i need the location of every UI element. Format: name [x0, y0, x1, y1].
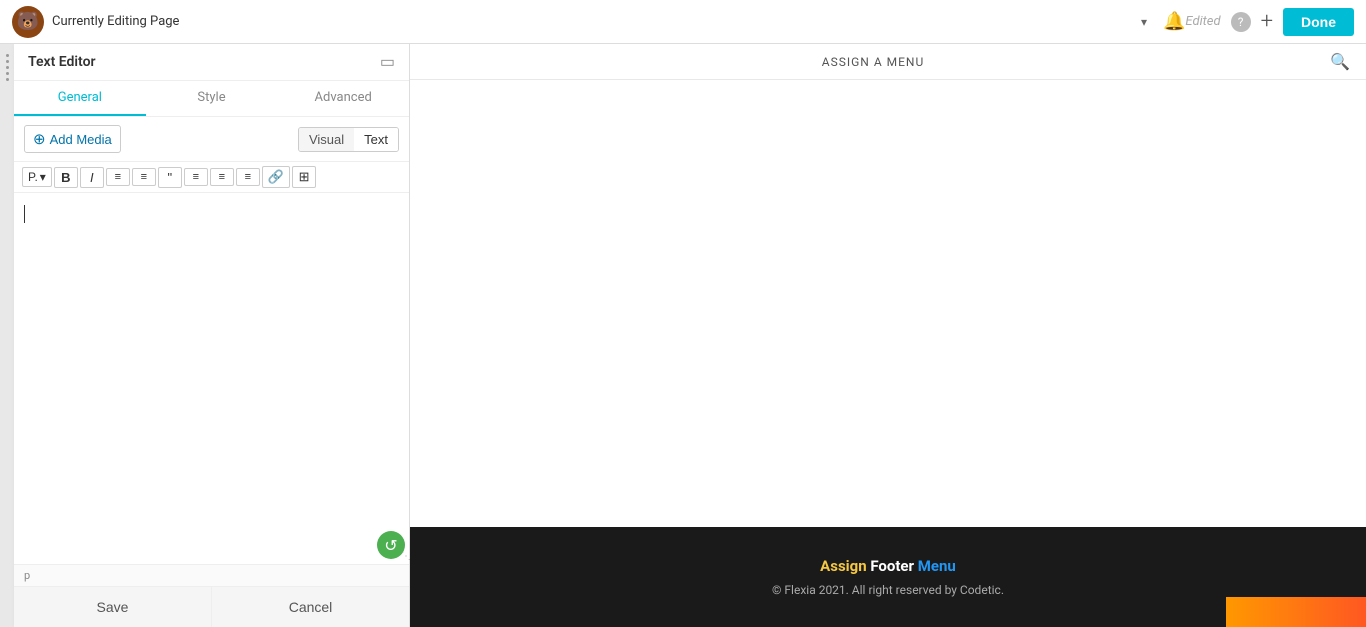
- drag-handle[interactable]: [0, 44, 14, 627]
- page-title: Currently Editing Page: [52, 14, 1137, 29]
- drag-dot: [6, 72, 9, 75]
- add-media-icon: ⊕: [33, 130, 46, 148]
- italic-button[interactable]: I: [80, 167, 104, 188]
- right-area: ASSIGN A MENU 🔍 Assign Footer Menu © Fle…: [410, 44, 1366, 627]
- table-button[interactable]: ⊞: [292, 166, 316, 188]
- logo-emoji: 🐻: [17, 11, 39, 32]
- drag-dot: [6, 54, 9, 57]
- save-button[interactable]: Save: [14, 587, 212, 627]
- align-center-button[interactable]: ≡: [210, 168, 234, 186]
- chevron-down-icon[interactable]: ▾: [1141, 15, 1147, 29]
- footer-assign-menu-label[interactable]: Assign Footer Menu: [410, 557, 1366, 575]
- drag-dot: [6, 66, 9, 69]
- panel-title: Text Editor: [28, 54, 96, 70]
- editor-content[interactable]: [14, 193, 409, 564]
- edited-status: Edited: [1185, 14, 1220, 29]
- format-toolbar: P. ▾ B I ≡ ≡ " ≡ ≡ ≡ 🔗 ⊞: [14, 162, 409, 193]
- help-icon[interactable]: ?: [1231, 12, 1251, 32]
- text-editor-panel: Text Editor ▭ General Style Advanced ⊕ A…: [14, 44, 410, 627]
- link-button[interactable]: 🔗: [262, 166, 290, 188]
- search-icon[interactable]: 🔍: [1330, 52, 1350, 71]
- page-preview-white: ASSIGN A MENU 🔍: [410, 44, 1366, 527]
- top-bar-right: Edited ? + Done: [1185, 8, 1354, 36]
- footer-word: Footer: [870, 557, 917, 575]
- assign-menu-bar: ASSIGN A MENU 🔍: [410, 44, 1366, 80]
- panel-footer: Save Cancel: [14, 586, 409, 627]
- editor-toolbar-top: ⊕ Add Media Visual Text: [14, 117, 409, 162]
- text-cursor: [24, 205, 25, 223]
- tab-general[interactable]: General: [14, 81, 146, 116]
- add-media-button[interactable]: ⊕ Add Media: [24, 125, 121, 153]
- paragraph-status: p: [24, 569, 30, 582]
- editor-area: ⊕ Add Media Visual Text P. ▾ B I ≡ ≡ ": [14, 117, 409, 627]
- paragraph-label: P.: [28, 170, 38, 184]
- align-right-button[interactable]: ≡: [236, 168, 260, 186]
- cancel-button[interactable]: Cancel: [212, 587, 409, 627]
- done-button[interactable]: Done: [1283, 8, 1354, 36]
- visual-text-toggle: Visual Text: [298, 127, 399, 152]
- page-footer: Assign Footer Menu © Flexia 2021. All ri…: [410, 527, 1366, 627]
- main-area: Text Editor ▭ General Style Advanced ⊕ A…: [0, 44, 1366, 627]
- refresh-icon: ↺: [384, 536, 397, 555]
- tab-advanced[interactable]: Advanced: [277, 81, 409, 116]
- assign-menu-label[interactable]: ASSIGN A MENU: [426, 55, 1320, 69]
- add-media-label: Add Media: [50, 132, 112, 147]
- drag-dot: [6, 78, 9, 81]
- editor-status-bar: p: [14, 564, 409, 586]
- visual-toggle-button[interactable]: Visual: [299, 128, 354, 151]
- menu-word: Menu: [918, 557, 956, 575]
- top-bar: 🐻 Currently Editing Page ▾ 🔔 Edited ? + …: [0, 0, 1366, 44]
- panel-tabs: General Style Advanced: [14, 81, 409, 117]
- ordered-list-button[interactable]: ≡: [106, 168, 130, 186]
- drag-dots: [6, 54, 9, 81]
- drag-dot: [6, 60, 9, 63]
- assign-word: Assign: [820, 557, 870, 575]
- unordered-list-button[interactable]: ≡: [132, 168, 156, 186]
- bottom-orange-strip: [1226, 597, 1366, 627]
- tab-style[interactable]: Style: [146, 81, 278, 116]
- minimize-icon[interactable]: ▭: [380, 54, 395, 70]
- add-icon[interactable]: +: [1261, 9, 1273, 34]
- footer-copyright: © Flexia 2021. All right reserved by Cod…: [410, 583, 1366, 597]
- panel-header: Text Editor ▭: [14, 44, 409, 81]
- text-toggle-button[interactable]: Text: [354, 128, 398, 151]
- paragraph-format-button[interactable]: P. ▾: [22, 167, 52, 187]
- chevron-icon: ▾: [40, 170, 46, 184]
- bell-icon[interactable]: 🔔: [1163, 11, 1185, 32]
- logo-avatar: 🐻: [12, 6, 44, 38]
- bold-button[interactable]: B: [54, 167, 78, 188]
- align-left-button[interactable]: ≡: [184, 168, 208, 186]
- blockquote-button[interactable]: ": [158, 167, 182, 188]
- resize-handle[interactable]: ⋱: [401, 551, 409, 559]
